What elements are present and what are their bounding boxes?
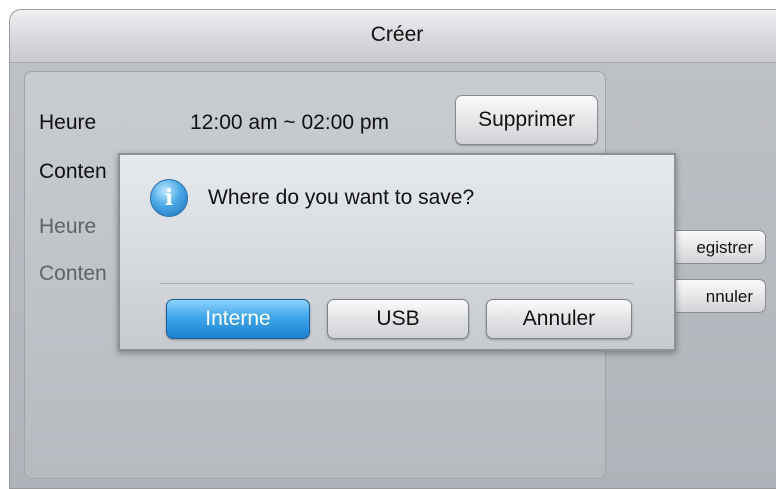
time-value[interactable]: 12:00 am ~ 02:00 pm — [190, 111, 389, 135]
cancel-button-label: nnuler — [705, 287, 753, 306]
dialog-message: Where do you want to save? — [208, 186, 475, 209]
info-icon: i — [150, 179, 188, 217]
dialog-divider — [160, 283, 634, 284]
save-location-dialog: i Where do you want to save? Interne USB… — [118, 153, 676, 351]
usb-button[interactable]: USB — [327, 299, 469, 339]
content-label: Conten — [39, 160, 107, 183]
delete-button[interactable]: Supprimer — [455, 95, 598, 145]
internal-button[interactable]: Interne — [166, 299, 310, 339]
content-label-disabled: Conten — [39, 262, 107, 285]
save-button-label: egistrer — [696, 238, 753, 257]
title-bar: Créer — [10, 10, 776, 63]
time-label-disabled: Heure — [39, 215, 97, 238]
window-title: Créer — [370, 23, 424, 46]
dialog-cancel-button[interactable]: Annuler — [486, 299, 632, 339]
time-label: Heure — [39, 111, 97, 134]
